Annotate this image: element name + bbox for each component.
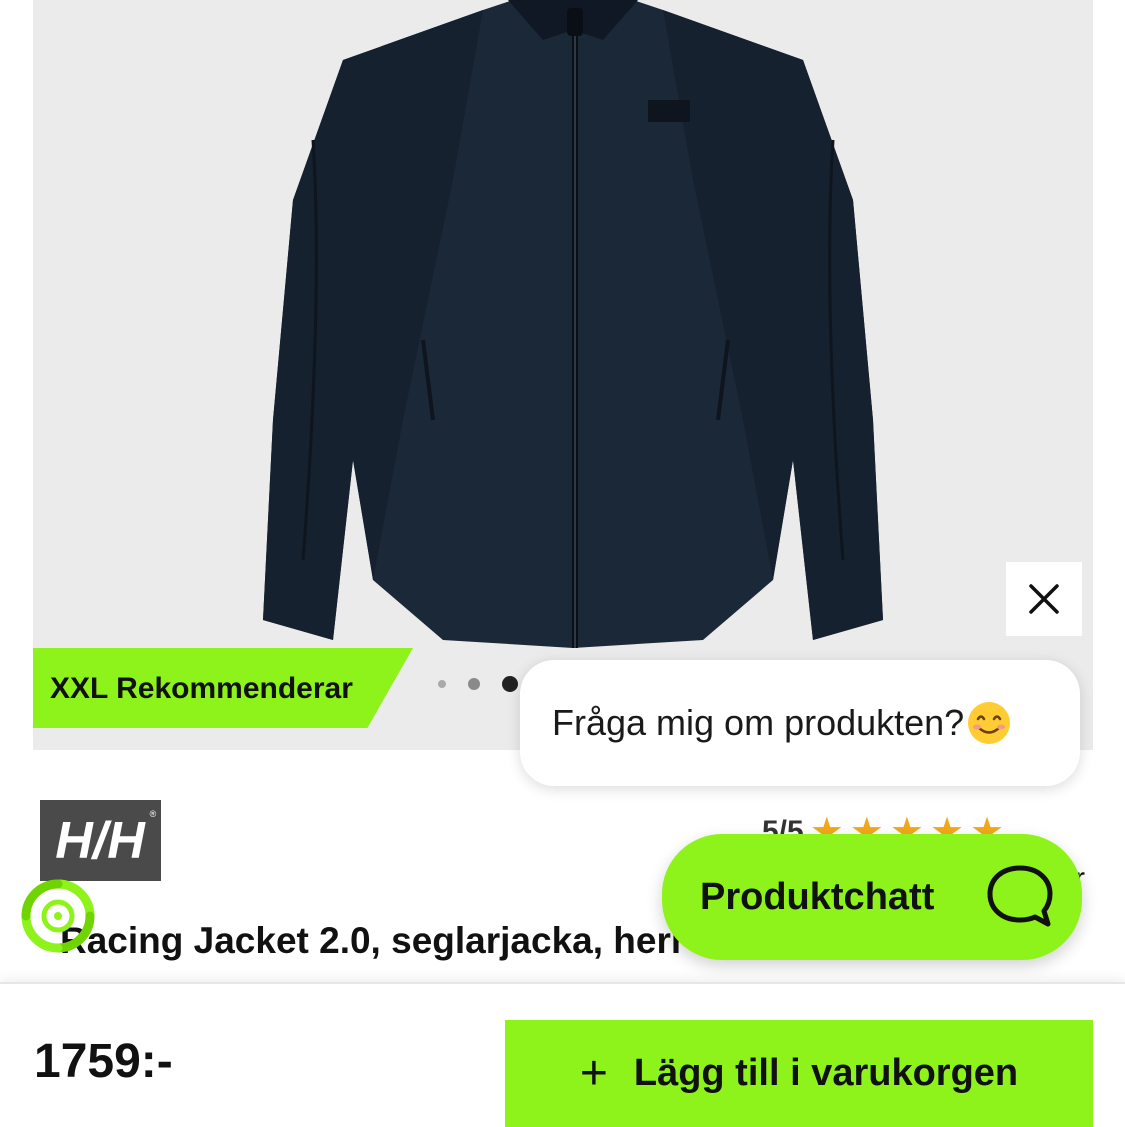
recycle-badge-icon[interactable] — [18, 876, 98, 956]
svg-text:H/H: H/H — [55, 812, 146, 870]
smiling-face-icon — [968, 702, 1011, 744]
svg-text:®: ® — [150, 809, 157, 819]
purchase-bar: 1759:- + Lägg till i varukorgen — [0, 982, 1125, 1127]
pagination-dot[interactable] — [438, 680, 446, 688]
badge-label: XXL Rekommenderar — [50, 672, 353, 705]
plus-icon: + — [579, 1046, 608, 1100]
product-title: Racing Jacket 2.0, seglarjacka, herr — [60, 920, 686, 961]
product-chat-button[interactable]: Produktchatt — [662, 834, 1082, 960]
chat-bubble-icon — [987, 865, 1053, 927]
product-image[interactable] — [253, 0, 893, 650]
chat-prompt-bubble[interactable]: Fråga mig om produkten? — [520, 660, 1080, 786]
recommendation-badge: XXL Rekommenderar — [33, 648, 413, 728]
pagination-dot-active[interactable] — [502, 676, 518, 692]
helly-hansen-logo[interactable]: H/H ® — [40, 800, 161, 881]
product-chat-label: Produktchatt — [700, 875, 935, 918]
close-chat-popup-button[interactable] — [1006, 562, 1082, 636]
add-to-cart-button[interactable]: + Lägg till i varukorgen — [505, 1020, 1093, 1127]
close-icon — [1029, 584, 1059, 614]
add-to-cart-label: Lägg till i varukorgen — [633, 1052, 1019, 1094]
product-price: 1759:- — [34, 1035, 173, 1088]
product-image-gallery[interactable]: XXL Rekommenderar — [33, 0, 1093, 750]
chat-prompt-text: Fråga mig om produkten? — [552, 702, 965, 743]
pagination-dot[interactable] — [468, 678, 480, 690]
